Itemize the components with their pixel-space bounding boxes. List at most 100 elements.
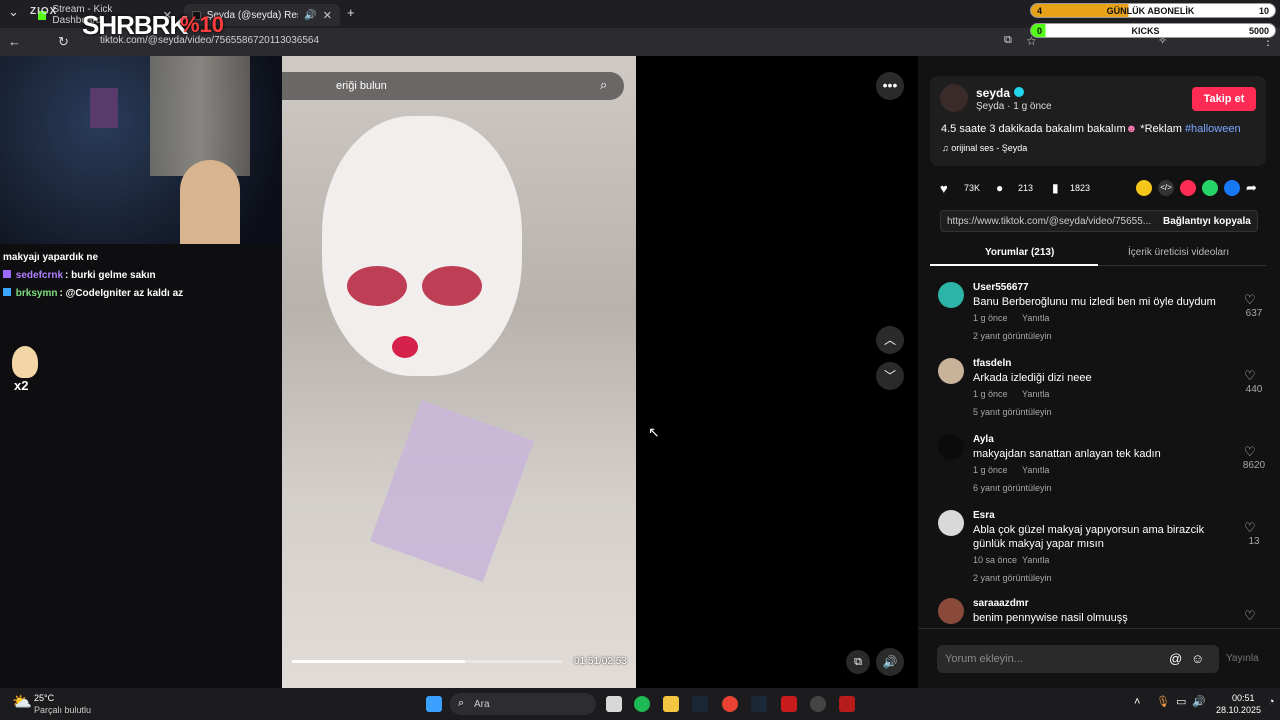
comment-user[interactable]: tfasdeln (973, 358, 1011, 369)
embed-code-icon[interactable]: </> (1158, 180, 1174, 196)
whatsapp-icon[interactable] (1202, 180, 1218, 196)
search-icon[interactable]: ⌕ (600, 77, 607, 93)
weather-icon[interactable]: ⛅ (12, 692, 32, 712)
subscriber-goal: 4 GÜNLÜK ABONELİK 10 (1030, 3, 1276, 18)
heart-icon[interactable]: ♡ (1244, 368, 1256, 384)
active-tab-indicator (930, 264, 1098, 266)
speaker-icon[interactable]: 🔊 (304, 10, 316, 21)
back-icon[interactable]: ← (8, 34, 21, 49)
post-button[interactable]: Yayınla (1226, 653, 1259, 664)
reload-icon[interactable]: ↻ (58, 34, 69, 50)
network-icon[interactable]: ▭ (1176, 695, 1186, 708)
heart-icon[interactable]: ♡ (1244, 292, 1256, 308)
windows-start-icon[interactable] (426, 696, 442, 712)
video-link: https://www.tiktok.com/@seyda/video/7565… (947, 216, 1152, 227)
tab-comments[interactable]: Yorumlar (213) (985, 247, 1054, 258)
mini-player-icon[interactable]: ⧉ (846, 650, 870, 674)
avatar[interactable] (938, 510, 964, 536)
emoji-icon: ☻ (1125, 123, 1138, 135)
comment-like-count: 8620 (1242, 460, 1266, 471)
avatar[interactable] (938, 358, 964, 384)
comment-user[interactable]: saraaazdmr (973, 598, 1029, 609)
mention-icon[interactable]: @ (1169, 651, 1182, 666)
chevron-up-icon[interactable]: ︿ (876, 326, 904, 354)
tiktok-video[interactable]: eriği bulun ⌕ 01:51/02:53 (282, 56, 636, 688)
progress-bar[interactable] (292, 660, 562, 663)
weather-temp[interactable]: 25°C (34, 693, 54, 703)
avatar[interactable] (938, 598, 964, 624)
more-options-icon[interactable]: ••• (876, 72, 904, 100)
chat-user[interactable]: sedefcrnk (16, 270, 63, 281)
chat-message: sedefcrnk: burki gelme sakın (3, 270, 156, 281)
clock-date[interactable]: 28.10.2025 (1216, 705, 1261, 715)
steam-icon[interactable] (692, 696, 708, 712)
copy-link-button[interactable]: Bağlantıyı kopyala (1163, 216, 1251, 227)
bookmark-icon[interactable]: ▮ (1052, 181, 1059, 195)
view-replies-button[interactable]: 2 yanıt görüntüleyin (973, 331, 1052, 341)
comment-input[interactable]: Yorum ekleyin... @ ☺ (937, 645, 1219, 673)
follow-button[interactable]: Takip et (1192, 87, 1256, 111)
palette-product (369, 400, 535, 582)
file-explorer-icon[interactable] (663, 696, 679, 712)
install-icon[interactable]: ⧉ (1004, 34, 1012, 47)
avatar[interactable] (940, 84, 968, 112)
steam-alt-icon[interactable] (751, 696, 767, 712)
search-bar[interactable]: eriği bulun ⌕ (282, 56, 636, 104)
share-icon[interactable]: ➦ (1246, 180, 1257, 196)
task-view-icon[interactable] (606, 696, 622, 712)
notifications-icon[interactable]: ◔ (1268, 696, 1275, 708)
sound-link[interactable]: ♫ orijinal ses - Şeyda (942, 143, 1027, 153)
chevron-down-icon[interactable]: ﹀ (876, 362, 904, 390)
view-replies-button[interactable]: 5 yanıt görüntüleyin (973, 407, 1052, 417)
comment-user[interactable]: Ayla (973, 434, 994, 445)
comment-user[interactable]: Esra (973, 510, 995, 521)
heart-icon[interactable]: ♡ (1244, 520, 1256, 536)
chat-text: makyajı yapardık ne (3, 252, 99, 263)
send-icon[interactable] (1180, 180, 1196, 196)
search-input[interactable]: eriği bulun (336, 80, 387, 92)
chat-user[interactable]: brksymn (16, 288, 58, 299)
heart-icon[interactable]: ♡ (1244, 608, 1256, 624)
clock-time[interactable]: 00:51 (1232, 693, 1255, 703)
comment-time: 1 g önce (973, 313, 1008, 323)
comment-user[interactable]: User556677 (973, 282, 1029, 293)
avatar[interactable] (938, 282, 964, 308)
app-red-icon[interactable] (781, 696, 797, 712)
close-icon[interactable]: ✕ (323, 9, 332, 22)
embed-coin-icon[interactable] (1136, 180, 1152, 196)
avatar[interactable] (938, 434, 964, 460)
volume-icon[interactable]: 🔊 (876, 648, 904, 676)
tabs: Yorumlar (213) İçerik üreticisi videolar… (930, 242, 1266, 266)
speaker-icon[interactable]: 🔊 (1192, 695, 1206, 708)
facebook-icon[interactable] (1224, 180, 1240, 196)
weather-desc[interactable]: Parçalı bulutlu (34, 705, 91, 715)
taskbar-search[interactable]: ⌕ Ara (450, 693, 596, 715)
comment-icon[interactable]: ● (996, 181, 1003, 195)
tab-list-icon[interactable]: ⌄ (8, 4, 19, 20)
chrome-icon[interactable] (722, 696, 738, 712)
heart-icon[interactable]: ♡ (1244, 444, 1256, 460)
reply-button[interactable]: Yanıtla (1022, 313, 1049, 323)
reply-button[interactable]: Yanıtla (1022, 389, 1049, 399)
chevron-up-icon[interactable]: ˄ (1134, 696, 1140, 708)
promo-text: %10 (180, 12, 225, 37)
creator-subtitle: Şeyda · 1 g önce (976, 101, 1052, 112)
view-replies-button[interactable]: 2 yanıt görüntüleyin (973, 573, 1052, 583)
creator-name[interactable]: seyda (976, 86, 1010, 100)
search-placeholder: Ara (474, 699, 490, 710)
chat-text: : @CodeIgniter az kaldı az (59, 288, 184, 299)
obs-icon[interactable] (810, 696, 826, 712)
nose-paint (392, 336, 418, 358)
microphone-icon[interactable]: 🎙 (1156, 695, 1170, 708)
spotify-icon[interactable] (634, 696, 650, 712)
view-replies-button[interactable]: 6 yanıt görüntüleyin (973, 483, 1052, 493)
reply-button[interactable]: Yanıtla (1022, 555, 1049, 565)
new-tab-icon[interactable]: + (347, 5, 355, 20)
hashtag-link[interactable]: #halloween (1185, 123, 1241, 135)
tab-creator-videos[interactable]: İçerik üreticisi videoları (1128, 247, 1229, 258)
heart-icon[interactable]: ♥ (940, 181, 948, 196)
app-badge-icon[interactable] (839, 696, 855, 712)
reply-button[interactable]: Yanıtla (1022, 465, 1049, 475)
comment-time: 10 sa önce (973, 555, 1018, 565)
emoji-picker-icon[interactable]: ☺ (1191, 651, 1204, 666)
